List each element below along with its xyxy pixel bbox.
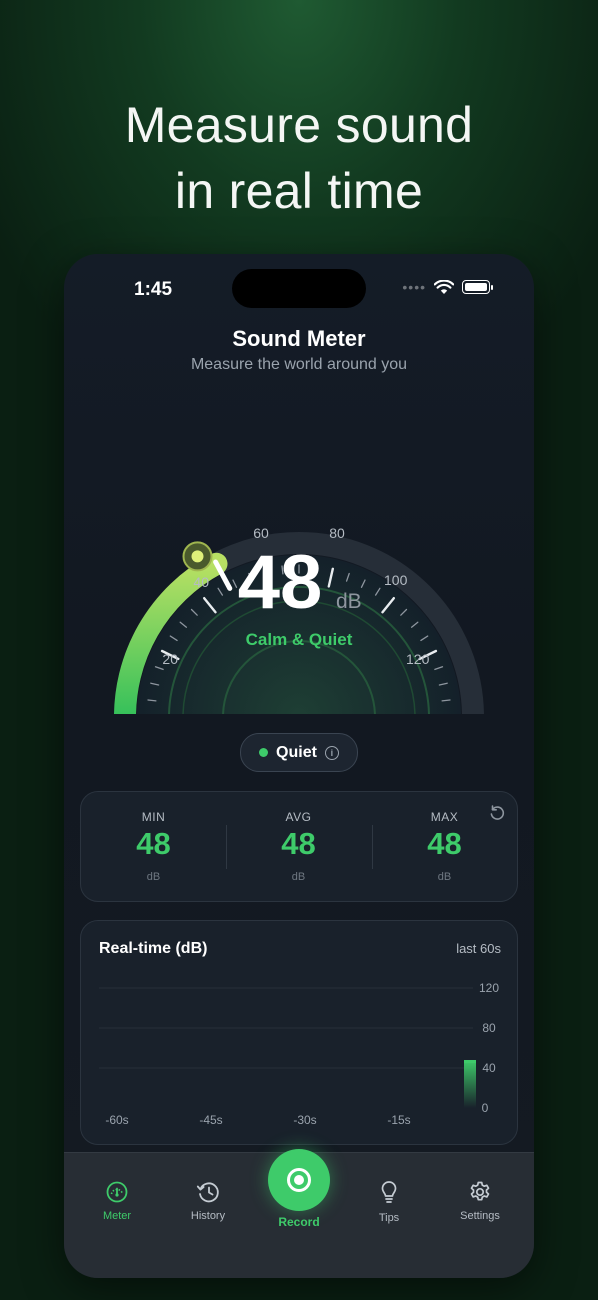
gauge-tick-label-40: 40 [193,574,209,590]
status-dot [259,748,269,757]
x-label-45s: -45s [199,1113,222,1127]
stat-min-value: 48 [136,826,171,861]
gauge-tick-label-120: 120 [406,651,430,667]
noise-level-pill[interactable]: Quiet i [240,733,358,772]
realtime-chart: 120 80 40 0 -60s -45s -30s -15s [99,981,499,1127]
tab-history[interactable]: History [168,1180,248,1222]
lightbulb-icon [381,1181,397,1203]
gauge-tick-label-20: 20 [162,651,178,667]
chart-bar-cap [464,1060,476,1063]
chart-bar [464,1060,476,1108]
record-icon [287,1168,311,1192]
headline-line-1: Measure sound [124,97,474,153]
tab-settings-label: Settings [460,1210,500,1222]
y-label-80: 80 [482,1021,496,1035]
headline-line-2: in real time [174,163,424,219]
x-label-15s: -15s [387,1113,410,1127]
minor-tick [441,699,451,702]
gauge-icon [106,1181,128,1203]
tab-tips-label: Tips [378,1212,400,1224]
y-label-40: 40 [482,1061,496,1075]
stat-min-label: MIN [141,810,166,824]
status-time: 1:45 [134,279,173,300]
noise-level-label: Quiet [276,743,317,761]
gauge-description: Calm & Quiet [246,630,353,649]
chart-bars [464,1060,476,1108]
gauge-unit: dB [336,590,362,613]
headline: Measure sound in real time [0,92,598,224]
history-icon [196,1182,219,1203]
gauge-value: 48 [238,540,323,625]
record-label: Record [278,1215,320,1229]
gauge-tick-label-100: 100 [384,572,408,588]
stat-avg-label: AVG [285,810,312,824]
gauge-tick-label-60: 60 [253,525,269,541]
gauge-knob-glow [64,430,88,454]
stat-min-unit: dB [146,871,161,883]
dynamic-island [232,269,366,308]
stats-card: MIN 48 dB AVG 48 dB MAX 48 dB [80,791,518,902]
minor-tick [147,699,157,702]
realtime-chart-card: Real-time (dB) last 60s 120 80 40 0 -60s… [80,920,518,1145]
gauge-knob-dot [191,550,204,563]
tab-tips[interactable]: Tips [349,1180,429,1224]
record-button[interactable] [268,1149,330,1211]
tab-settings[interactable]: Settings [440,1180,520,1222]
info-icon[interactable]: i [324,745,339,760]
app-title: Sound Meter [232,326,366,351]
battery-icon [462,280,493,294]
sound-gauge: 20 40 60 80 100 120 48 dB Calm & Quiet [64,430,484,714]
signal-icon: •••• [402,279,426,295]
tab-history-label: History [190,1210,226,1222]
wifi-icon [434,279,454,294]
status-icons: •••• [402,279,493,295]
stat-avg-unit: dB [291,871,306,883]
app-subtitle: Measure the world around you [190,356,408,373]
reset-icon[interactable] [489,805,505,821]
stat-avg: AVG 48 dB [226,792,371,901]
x-label-30s: -30s [293,1113,316,1127]
tab-meter-label: Meter [102,1210,132,1222]
x-label-60s: -60s [105,1113,128,1127]
gear-icon [470,1181,490,1201]
stat-min: MIN 48 dB [81,792,226,901]
stat-max-value: 48 [427,826,462,861]
gauge-tick-label-80: 80 [329,525,345,541]
tab-meter[interactable]: Meter [77,1180,157,1222]
tab-bar: Meter History Record Tips Settings [64,1149,534,1278]
y-label-120: 120 [479,981,499,995]
y-label-0: 0 [482,1101,489,1115]
phone-screen: 1:45 •••• Sound Meter Measure the world … [64,254,534,1278]
stat-avg-value: 48 [281,826,316,861]
stat-max-unit: dB [437,871,452,883]
